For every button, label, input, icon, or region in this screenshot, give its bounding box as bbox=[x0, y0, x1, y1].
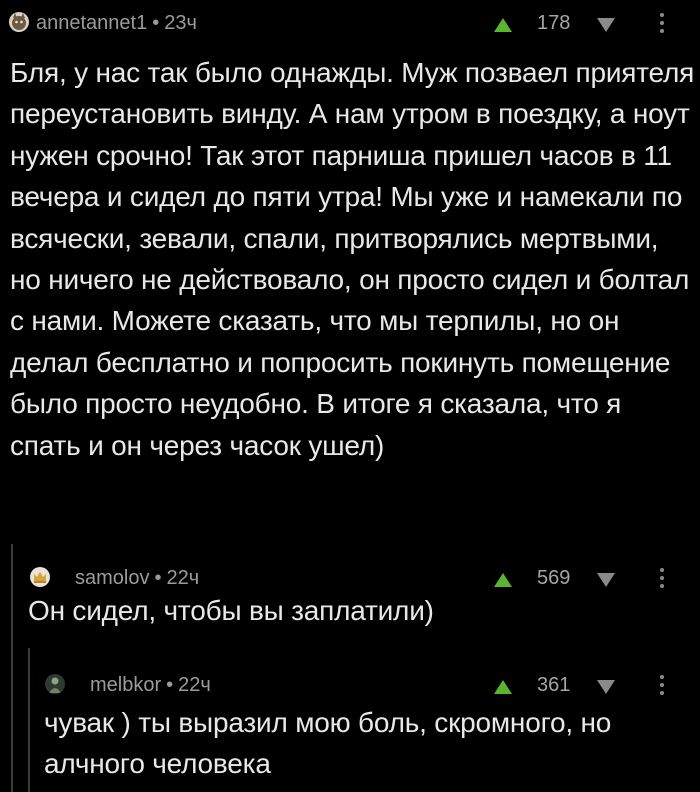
figure-icon bbox=[45, 674, 65, 694]
user-avatar[interactable] bbox=[30, 567, 50, 587]
comment-annetannet1: annetannet1 • 23ч 178 Бля, у нас так было … bbox=[0, 0, 700, 540]
user-avatar[interactable] bbox=[9, 12, 29, 32]
more-options-icon[interactable] bbox=[660, 675, 664, 695]
comment-text: Он сидел, чтобы вы заплатили) bbox=[28, 595, 434, 626]
comment-samolov: samolov • 22ч 569 Он сидел, чтобы вы запла… bbox=[0, 556, 700, 656]
upvote-arrow-icon[interactable] bbox=[494, 680, 512, 694]
timestamp[interactable]: 23ч bbox=[164, 12, 197, 34]
downvote-arrow-icon[interactable] bbox=[597, 573, 615, 587]
meta-separator: • bbox=[166, 674, 174, 696]
timestamp[interactable]: 22ч bbox=[167, 567, 200, 589]
downvote-arrow-icon[interactable] bbox=[597, 680, 615, 694]
upvote-arrow-icon[interactable] bbox=[494, 573, 512, 587]
comment-meta: melbkor • 22ч bbox=[90, 674, 211, 697]
comment-melbkor: melbkor • 22ч 361 чувак ) ты выразил мою б… bbox=[0, 662, 700, 792]
rating-count: 361 bbox=[537, 674, 571, 696]
comment-meta: samolov • 22ч bbox=[75, 567, 199, 590]
meta-separator: • bbox=[154, 567, 162, 589]
crown-icon bbox=[30, 567, 50, 587]
more-options-icon[interactable] bbox=[660, 568, 664, 588]
rating-count: 569 bbox=[537, 567, 571, 589]
username[interactable]: melbkor bbox=[90, 674, 161, 696]
comment-text: чувак ) ты выразил мою боль, скромного, … bbox=[44, 707, 612, 780]
cat-face-icon bbox=[9, 12, 29, 32]
comment-meta: annetannet1 • 23ч bbox=[36, 12, 197, 35]
meta-separator: • bbox=[152, 12, 160, 34]
rating-count: 178 bbox=[537, 12, 571, 34]
username[interactable]: samolov bbox=[75, 567, 149, 589]
timestamp[interactable]: 22ч bbox=[178, 674, 211, 696]
user-avatar[interactable] bbox=[45, 674, 65, 694]
more-options-icon[interactable] bbox=[660, 13, 664, 33]
downvote-arrow-icon[interactable] bbox=[597, 18, 615, 32]
comment-text: Бля, у нас так было однажды. Муж позваел… bbox=[10, 57, 695, 461]
upvote-arrow-icon[interactable] bbox=[494, 18, 512, 32]
username[interactable]: annetannet1 bbox=[36, 12, 147, 34]
